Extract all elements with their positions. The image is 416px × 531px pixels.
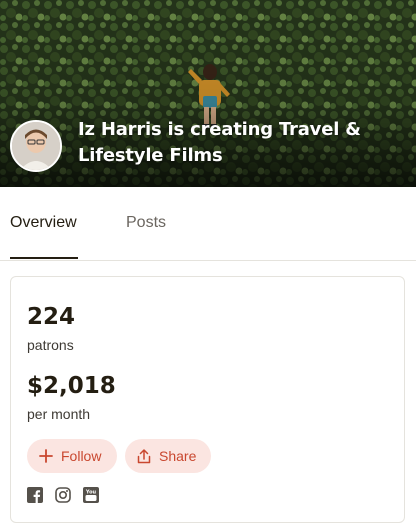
tab-bar: Overview Posts	[0, 187, 416, 261]
tab-posts[interactable]: Posts	[126, 213, 166, 233]
facebook-icon[interactable]	[27, 487, 43, 503]
tab-overview[interactable]: Overview	[10, 213, 77, 233]
instagram-icon[interactable]	[55, 487, 71, 503]
plus-icon	[39, 449, 53, 463]
overview-card: 224 patrons $2,018 per month Follow Shar…	[10, 276, 405, 523]
share-button-label: Share	[159, 448, 197, 464]
monthly-earnings-label: per month	[27, 406, 91, 422]
avatar-image	[12, 122, 60, 170]
share-icon	[137, 448, 151, 464]
page-title: Iz Harris is creating Travel & Lifestyle…	[78, 119, 361, 166]
patron-count-label: patrons	[27, 337, 74, 353]
follow-button[interactable]: Follow	[27, 439, 117, 473]
monthly-earnings: $2,018	[27, 373, 116, 399]
youtube-icon[interactable]: You	[83, 487, 99, 503]
svg-text:You: You	[85, 490, 97, 496]
share-button[interactable]: Share	[125, 439, 211, 473]
patron-count: 224	[27, 304, 76, 330]
active-tab-indicator	[10, 257, 78, 259]
cover-banner: Iz Harris is creating Travel & Lifestyle…	[0, 0, 416, 187]
follow-button-label: Follow	[61, 448, 102, 464]
creator-avatar[interactable]	[10, 120, 62, 172]
